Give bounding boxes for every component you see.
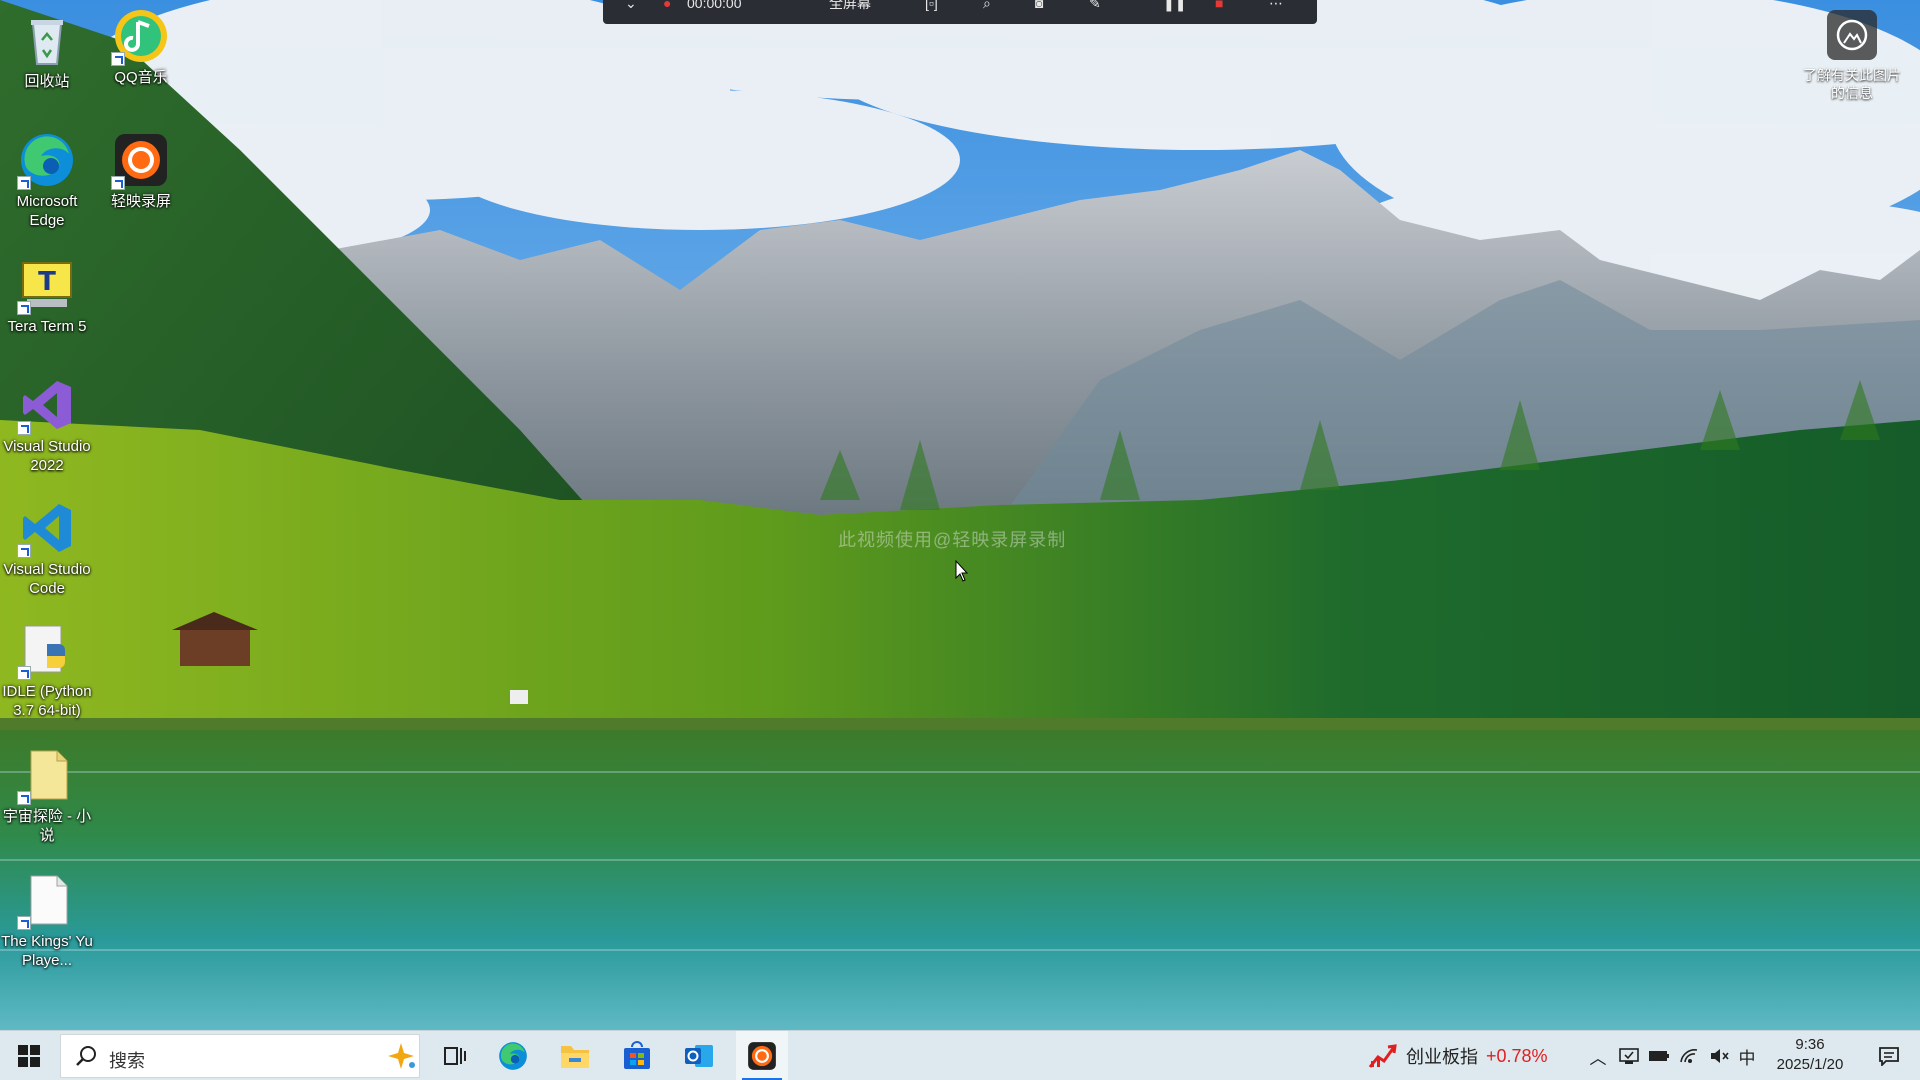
qq-music-icon	[111, 6, 171, 66]
more-icon[interactable]: ⋯	[1269, 0, 1283, 10]
shortcut-arrow-icon	[17, 544, 31, 558]
store-icon	[624, 1041, 650, 1069]
tray-volume-icon[interactable]	[1704, 1031, 1734, 1080]
tray-overflow-button[interactable]: ︿	[1582, 1031, 1614, 1080]
task-view-icon	[444, 1047, 466, 1065]
recycle-bin-icon	[17, 10, 77, 70]
camera-info-icon	[1827, 10, 1877, 60]
speaker-muted-icon	[1711, 1049, 1729, 1063]
desktop-icon-recycle-bin[interactable]: 回收站	[0, 10, 94, 91]
spotlight-info[interactable]: 了解有关此图片的信息	[1800, 10, 1904, 102]
desktop-icon-label: The Kings' Yu Playe...	[1, 933, 93, 969]
tray-wifi-icon[interactable]	[1674, 1031, 1704, 1080]
document-icon	[17, 870, 77, 930]
camera-icon[interactable]: ◙	[1035, 0, 1043, 10]
taskbar-app-microsoft-store[interactable]	[612, 1031, 662, 1080]
desktop-icon-novel-doc[interactable]: 宇宙探险 - 小说	[0, 745, 94, 845]
shortcut-arrow-icon	[17, 791, 31, 805]
taskbar-app-file-explorer[interactable]	[550, 1031, 600, 1080]
desktop-icon-idle-python[interactable]: IDLE (Python 3.7 64-bit)	[0, 620, 94, 720]
taskbar-clock[interactable]: 9:36 2025/1/20	[1760, 1035, 1860, 1075]
clock-time: 9:36	[1795, 1036, 1825, 1053]
region-icon[interactable]: [▫]	[925, 0, 938, 10]
notification-icon	[1879, 1047, 1899, 1066]
zoom-icon[interactable]: ⌕	[983, 0, 991, 10]
stock-widget[interactable]: 创业板指 +0.78%	[1368, 1031, 1548, 1080]
stock-name: 创业板指	[1406, 1047, 1478, 1067]
desktop-icon-label: QQ音乐	[114, 69, 168, 86]
search-placeholder: 搜索	[109, 1051, 145, 1071]
shortcut-arrow-icon	[111, 52, 125, 66]
outlook-icon	[685, 1045, 713, 1067]
shortcut-arrow-icon	[17, 176, 31, 190]
chevron-up-icon: ︿	[1589, 1048, 1607, 1068]
tray-security-icon[interactable]	[1614, 1031, 1644, 1080]
desktop-icon-label: IDLE (Python 3.7 64-bit)	[2, 683, 92, 719]
desktop-icon-visual-studio-2022[interactable]: Visual Studio 2022	[0, 375, 94, 475]
stock-change: +0.78%	[1486, 1045, 1548, 1066]
brush-icon[interactable]: ✎	[1089, 0, 1101, 10]
recorder-mode[interactable]: 全屏幕	[829, 0, 871, 10]
recorder-icon	[748, 1042, 776, 1070]
desktop-icon-qq-music[interactable]: QQ音乐	[94, 6, 188, 87]
desktop-icon-tera-term[interactable]: T Tera Term 5	[0, 255, 94, 336]
vscode-icon	[17, 498, 77, 558]
desktop-icon-qingying-recorder[interactable]: 轻映录屏	[94, 130, 188, 211]
desktop-icon-label: Visual Studio 2022	[3, 438, 91, 474]
stock-chart-icon	[1368, 1044, 1397, 1068]
monitor-check-icon	[1619, 1048, 1639, 1064]
battery-icon	[1649, 1051, 1669, 1061]
shortcut-arrow-icon	[17, 301, 31, 315]
taskbar: 搜索 创业板指 +0.78% ︿ 中 9:36 2025/1/20	[0, 1030, 1920, 1080]
desktop-icon-vscode[interactable]: Visual Studio Code	[0, 498, 94, 598]
record-dot-icon: ●	[663, 0, 672, 11]
sparkle-icon	[388, 1043, 415, 1069]
shortcut-arrow-icon	[17, 916, 31, 930]
wifi-icon	[1680, 1049, 1698, 1063]
desktop-icon-kings-doc[interactable]: The Kings' Yu Playe...	[0, 870, 94, 970]
recorder-icon	[111, 130, 171, 190]
start-button[interactable]	[0, 1031, 58, 1080]
desktop-icon-label: Visual Studio Code	[3, 561, 91, 597]
desktop-icon-label: Tera Term 5	[7, 318, 87, 335]
tray-ime-indicator[interactable]: 中	[1734, 1031, 1760, 1080]
folder-icon	[561, 1046, 589, 1068]
svg-text:T: T	[38, 267, 56, 297]
search-icon	[76, 1046, 96, 1066]
recorder-toolbar: ⌄ ● 00:00:00 全屏幕 [▫] ⌕ ◙ ✎ ❚❚ ■ ⋯	[603, 0, 1317, 24]
recorder-time: 00:00:00	[687, 0, 742, 11]
task-view-button[interactable]	[430, 1031, 480, 1080]
desktop-icon-label: 宇宙探险 - 小说	[2, 808, 92, 844]
desktop-icon-label: 轻映录屏	[110, 193, 171, 210]
taskbar-search-box[interactable]: 搜索	[60, 1034, 420, 1078]
clock-date: 2025/1/20	[1776, 1056, 1844, 1073]
document-icon	[17, 745, 77, 805]
shortcut-arrow-icon	[17, 421, 31, 435]
taskbar-app-edge[interactable]	[488, 1031, 538, 1080]
edge-icon	[499, 1042, 527, 1070]
taskbar-app-qingying-recorder[interactable]	[736, 1031, 788, 1080]
python-icon	[17, 620, 77, 680]
desktop-icon-microsoft-edge[interactable]: Microsoft Edge	[0, 130, 94, 230]
recording-watermark: 此视频使用@轻映录屏录制	[838, 530, 1067, 550]
notification-center-button[interactable]	[1864, 1031, 1914, 1080]
pause-icon[interactable]: ❚❚	[1163, 0, 1186, 10]
tray-battery-icon[interactable]	[1644, 1031, 1674, 1080]
taskbar-app-outlook[interactable]	[674, 1031, 724, 1080]
stop-icon[interactable]: ■	[1215, 0, 1223, 10]
desktop-icon-label: 回收站	[24, 73, 70, 90]
tera-term-icon: T	[17, 255, 77, 315]
visual-studio-icon	[17, 375, 77, 435]
edge-icon	[17, 130, 77, 190]
shortcut-arrow-icon	[17, 666, 31, 680]
recorder-collapse-icon[interactable]: ⌄	[625, 0, 637, 10]
desktop: ⌄ ● 00:00:00 全屏幕 [▫] ⌕ ◙ ✎ ❚❚ ■ ⋯ 回收站 QQ…	[0, 0, 1920, 1080]
windows-logo-icon	[18, 1045, 40, 1067]
spotlight-label: 了解有关此图片的信息	[1803, 67, 1901, 101]
desktop-icon-label: Microsoft Edge	[16, 193, 78, 229]
shortcut-arrow-icon	[111, 176, 125, 190]
mouse-cursor-icon	[955, 560, 969, 582]
